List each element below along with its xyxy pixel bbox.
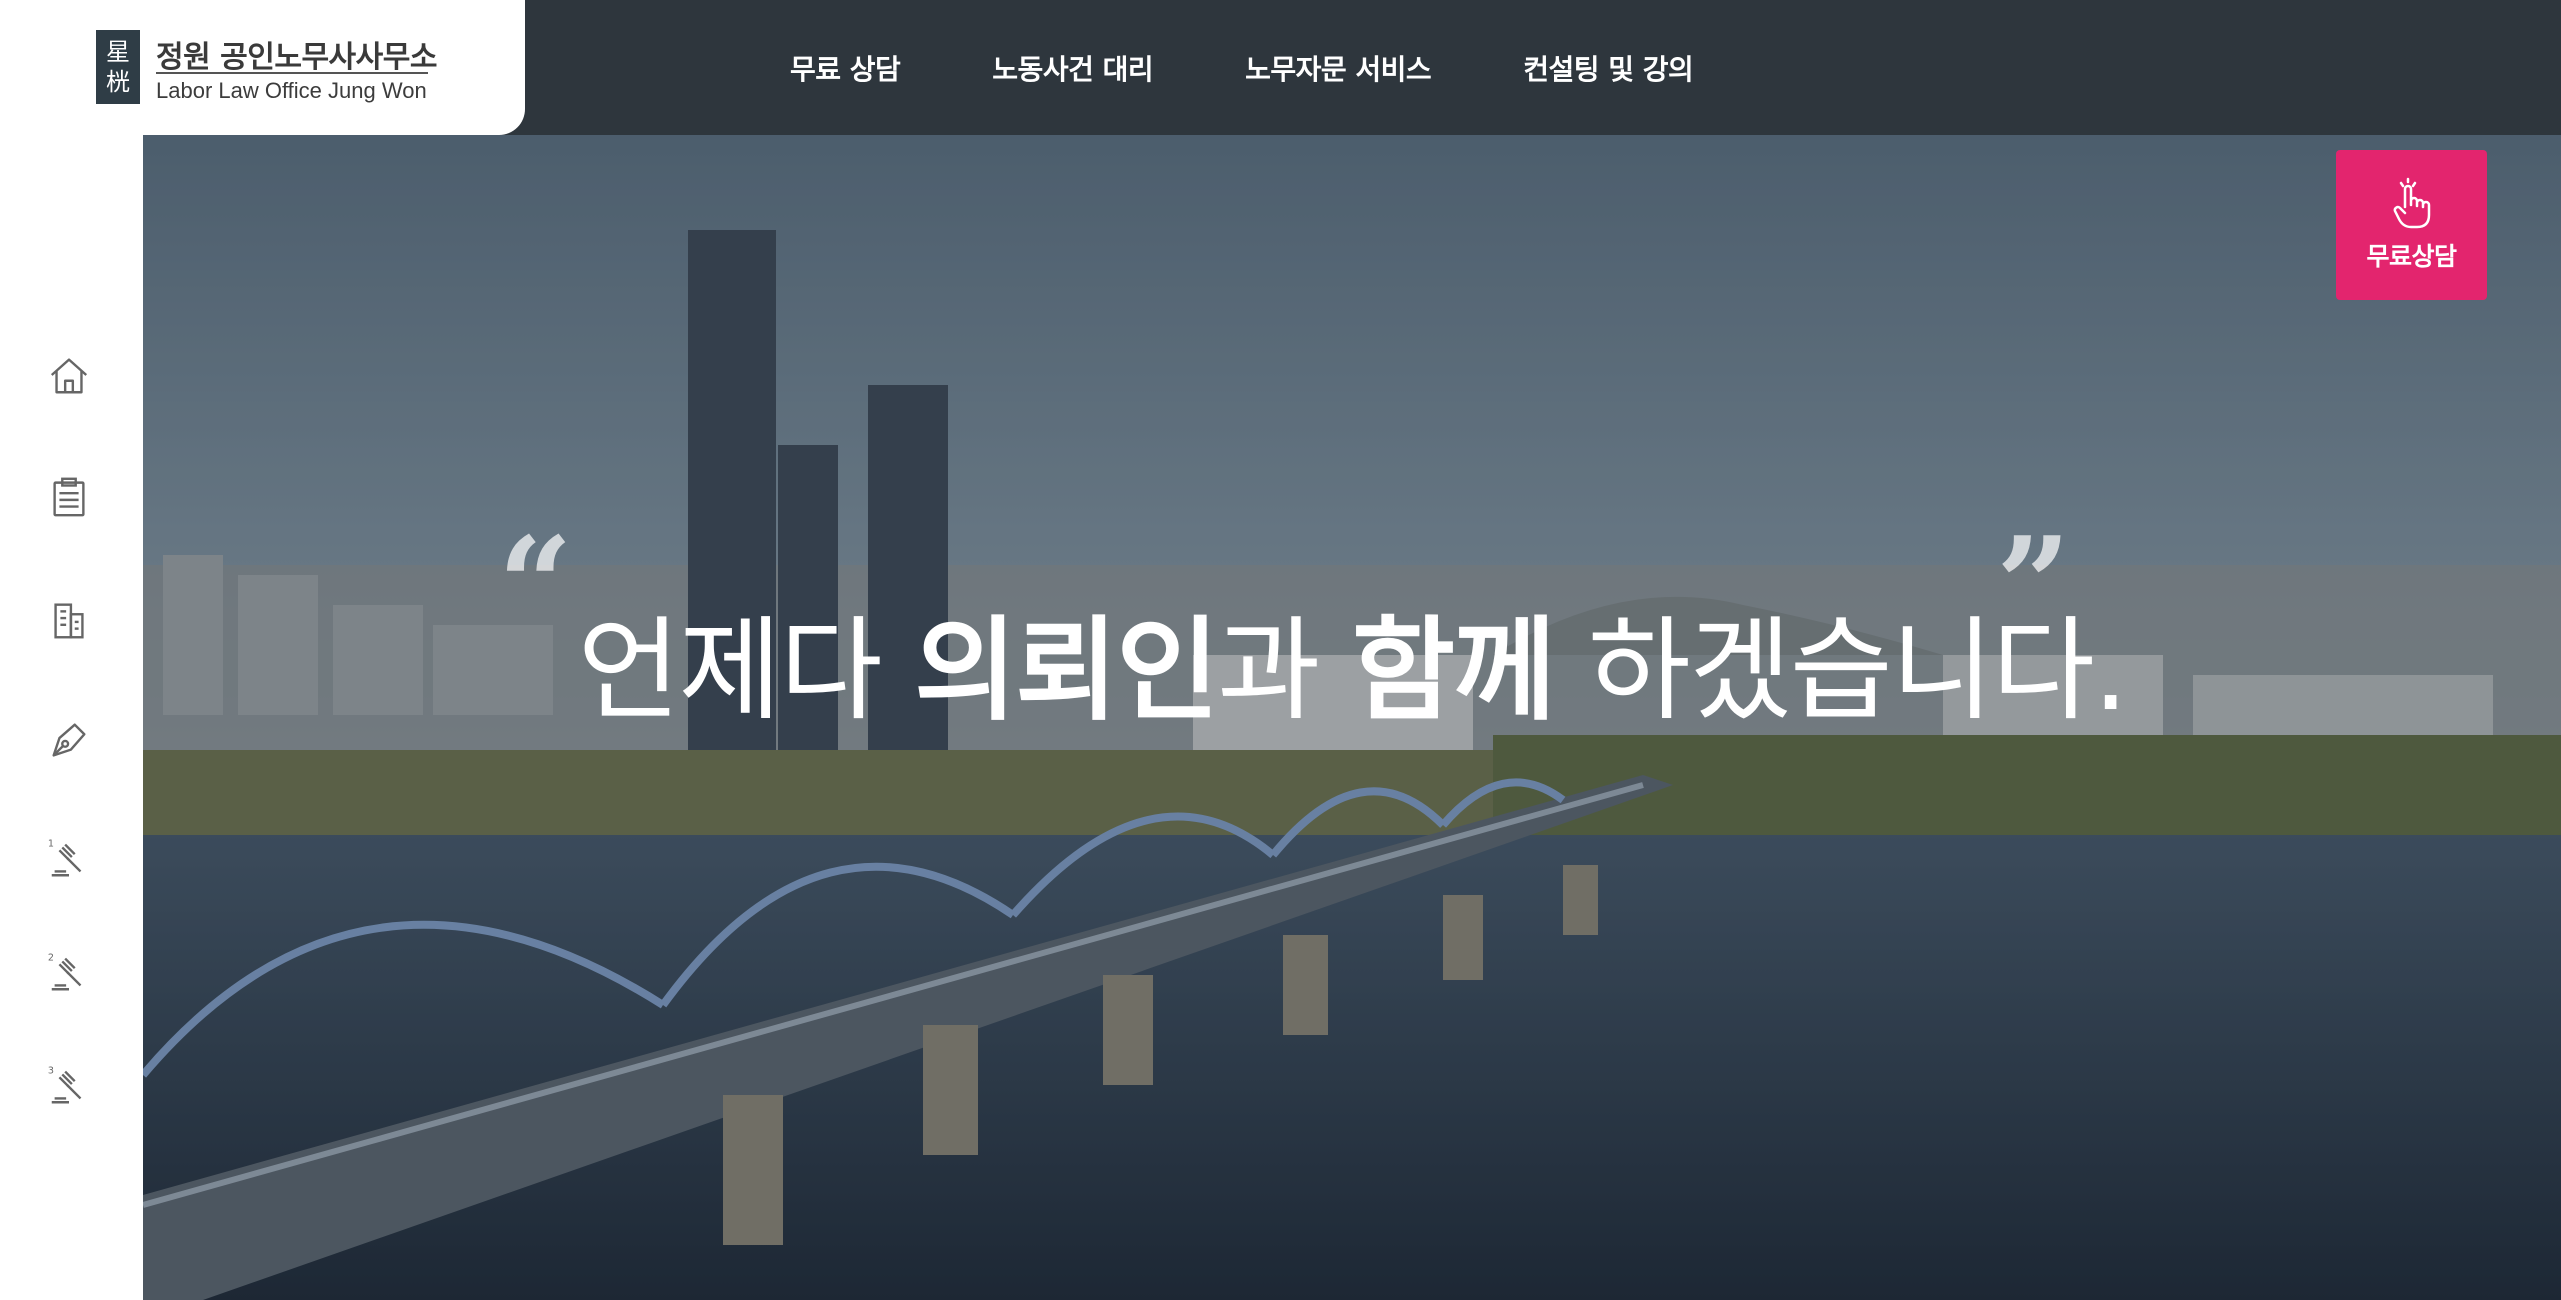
gavel-2-icon[interactable]: 2 (44, 947, 94, 997)
gavel-number: 3 (48, 1066, 54, 1077)
gavel-1-icon[interactable]: 1 (44, 833, 94, 883)
gavel-3-icon[interactable]: 3 (44, 1060, 94, 1110)
logo-name-en: Labor Law Office Jung Won (156, 78, 427, 103)
nav-item-free-consult[interactable]: 무료 상담 (790, 48, 901, 88)
logo-seal-char: 桄 (106, 68, 130, 96)
pen-nib-icon[interactable] (44, 715, 94, 765)
headline-part: 언제다 (577, 606, 915, 736)
hand-pointer-icon (2393, 177, 2430, 229)
main-nav: 무료 상담 노동사건 대리 노무자문 서비스 컨설팅 및 강의 (790, 0, 1785, 135)
clipboard-icon[interactable] (44, 472, 94, 522)
headline-part: 과 (1217, 606, 1352, 736)
free-consult-label: 무료상담 (2366, 242, 2457, 271)
home-icon[interactable] (44, 350, 94, 400)
logo[interactable]: 星 桄 정원 공인노무사사무소 Labor Law Office Jung Wo… (0, 0, 525, 135)
headline-part: 하겠습니다. (1554, 606, 2129, 736)
hero-banner: “ ” 언제다 의뢰인과 함께 하겠습니다. (143, 135, 2561, 1300)
hero-headline: 언제다 의뢰인과 함께 하겠습니다. (143, 580, 2561, 742)
logo-seal: 星 桄 (96, 30, 140, 104)
free-consult-button[interactable]: 무료상담 (2336, 150, 2487, 300)
nav-item-labor-advisory[interactable]: 노무자문 서비스 (1245, 48, 1432, 88)
headline-emphasis: 의뢰인 (914, 606, 1219, 736)
side-rail: 1 2 3 (0, 135, 143, 1300)
gavel-number: 2 (48, 953, 54, 964)
headline-emphasis: 함께 (1352, 606, 1556, 736)
logo-divider (156, 72, 428, 74)
building-icon[interactable] (44, 595, 94, 645)
logo-seal-char: 星 (106, 38, 130, 66)
nav-item-consulting[interactable]: 컨설팅 및 강의 (1523, 48, 1694, 88)
logo-name-ko: 정원 공인노무사사무소 (156, 40, 437, 75)
gavel-number: 1 (48, 839, 54, 850)
nav-item-labor-case[interactable]: 노동사건 대리 (992, 48, 1153, 88)
